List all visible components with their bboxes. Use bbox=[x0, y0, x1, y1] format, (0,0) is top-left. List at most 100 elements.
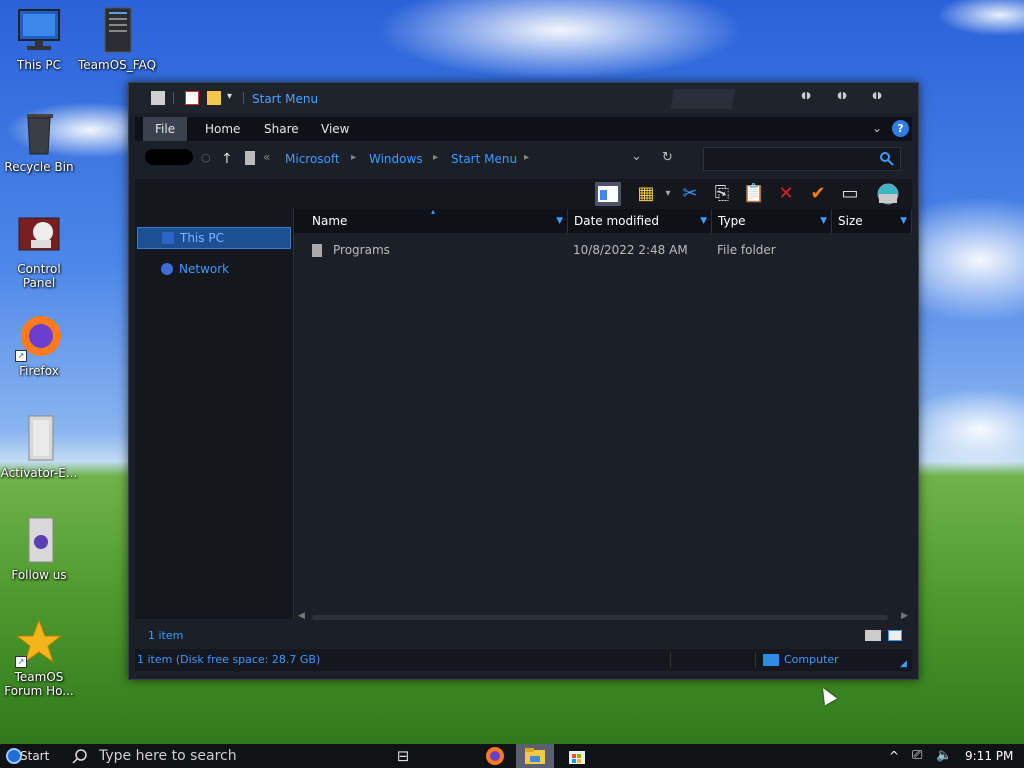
taskbar: Start Type here to search ⊟ ^ ⎚ 🔈 9:11 P… bbox=[0, 744, 1024, 768]
column-dropdown-icon[interactable]: ▼ bbox=[700, 209, 707, 233]
file-explorer-taskbar-icon[interactable] bbox=[516, 744, 554, 768]
desktop-icon-activator[interactable]: Activator-E... bbox=[0, 414, 78, 480]
show-hidden-icons-icon[interactable]: ^ bbox=[889, 744, 899, 768]
desktop-icon-follow-us[interactable]: Follow us bbox=[0, 516, 78, 582]
tab-view[interactable]: View bbox=[309, 117, 361, 141]
help-button[interactable]: ? bbox=[892, 120, 909, 137]
folder-icon bbox=[312, 244, 322, 257]
tab-share[interactable]: Share bbox=[252, 117, 311, 141]
command-bar: ▦ ▾ ✂ ⎘ 📋 ✕ ✔ ▭ bbox=[135, 179, 912, 209]
title-bar[interactable]: ▾ Start Menu ◖◗ ◖◗ ◖◗ bbox=[129, 83, 918, 113]
recycle-bin-icon bbox=[15, 108, 63, 156]
tab-file[interactable]: File bbox=[143, 117, 188, 141]
desktop-icon-firefox[interactable]: ↗ Firefox bbox=[0, 312, 78, 378]
recent-locations-icon[interactable]: ○ bbox=[201, 151, 211, 164]
up-arrow-icon[interactable]: ↑ bbox=[221, 151, 233, 167]
desktop-icon-label: This PC bbox=[17, 58, 61, 72]
new-folder-icon[interactable] bbox=[207, 91, 221, 105]
desktop-icon-control-panel[interactable]: Control Panel bbox=[0, 210, 78, 290]
search-input[interactable]: Type here to search bbox=[64, 744, 274, 768]
separator bbox=[243, 92, 244, 104]
large-icons-view-icon[interactable] bbox=[888, 630, 902, 641]
overflow-chevron-icon[interactable]: « bbox=[263, 150, 270, 164]
file-type: File folder bbox=[717, 243, 776, 257]
breadcrumb-windows[interactable]: Windows bbox=[369, 152, 423, 166]
column-dropdown-icon[interactable]: ▼ bbox=[556, 209, 563, 233]
desktop-icon-label: Recycle Bin bbox=[4, 160, 74, 174]
store-icon[interactable] bbox=[558, 744, 596, 768]
breadcrumb-separator-icon[interactable]: ▸ bbox=[351, 152, 356, 163]
shortcut-arrow-icon: ↗ bbox=[15, 350, 27, 362]
status-location: Computer bbox=[784, 653, 839, 666]
address-dropdown-icon[interactable]: ⌄ bbox=[631, 149, 642, 164]
delete-icon[interactable]: ✕ bbox=[773, 182, 799, 206]
nav-item-this-pc[interactable]: This PC bbox=[137, 227, 291, 249]
archive-icon bbox=[15, 516, 63, 564]
scroll-thumb[interactable] bbox=[312, 615, 888, 620]
breadcrumb-separator-icon[interactable]: ▸ bbox=[433, 152, 438, 163]
column-dropdown-icon[interactable]: ▼ bbox=[900, 209, 907, 233]
scroll-left-icon[interactable]: ◀ bbox=[298, 611, 305, 621]
resize-grip-icon[interactable]: ◢ bbox=[900, 653, 907, 675]
column-header-type[interactable]: Type ▼ bbox=[712, 209, 832, 233]
firefox-taskbar-icon[interactable] bbox=[476, 744, 514, 768]
paste-icon[interactable]: 📋 bbox=[741, 182, 767, 206]
separator bbox=[755, 652, 756, 668]
column-header-size[interactable]: Size ▼ bbox=[832, 209, 912, 233]
horizontal-scrollbar[interactable]: ◀ ▶ bbox=[294, 611, 912, 623]
network-icon[interactable]: ⎚ bbox=[912, 744, 922, 768]
properties-icon[interactable] bbox=[185, 91, 199, 105]
nav-item-label: This PC bbox=[180, 231, 224, 245]
desktop-icon-label: Firefox bbox=[19, 364, 59, 378]
network-icon bbox=[161, 263, 173, 275]
star-icon: ↗ bbox=[15, 618, 63, 668]
breadcrumb-separator-icon[interactable]: ▸ bbox=[524, 152, 529, 163]
qat-dropdown-icon[interactable]: ▾ bbox=[227, 91, 241, 105]
clock[interactable]: 9:11 PM bbox=[965, 744, 1013, 768]
status-bar: 1 item (Disk free space: 28.7 GB) Comput… bbox=[135, 649, 912, 671]
properties-icon[interactable]: ▭ bbox=[837, 182, 863, 206]
volume-icon[interactable]: 🔈 bbox=[936, 744, 952, 768]
nav-item-network[interactable]: Network bbox=[137, 259, 289, 279]
breadcrumb-start-menu[interactable]: Start Menu bbox=[451, 152, 517, 166]
copy-icon[interactable]: ⎘ bbox=[709, 182, 735, 206]
maximize-button[interactable]: ◖◗ bbox=[831, 89, 853, 103]
status-row: 1 item bbox=[135, 625, 912, 647]
search-icon bbox=[72, 749, 87, 764]
column-header-label: Size bbox=[838, 214, 863, 228]
start-button[interactable]: Start bbox=[4, 744, 56, 768]
refresh-icon[interactable]: ↻ bbox=[662, 150, 673, 165]
desktop-icon-this-pc[interactable]: This PC bbox=[0, 6, 78, 72]
details-view-icon[interactable] bbox=[865, 630, 881, 641]
close-button[interactable]: ◖◗ bbox=[866, 89, 888, 103]
column-header-label: Type bbox=[718, 214, 746, 228]
cut-icon[interactable]: ✂ bbox=[677, 182, 703, 206]
breadcrumb-microsoft[interactable]: Microsoft bbox=[285, 152, 340, 166]
titlebar-decoration bbox=[664, 89, 744, 109]
globe-icon[interactable] bbox=[875, 182, 901, 206]
folder-icon bbox=[245, 151, 255, 165]
column-header-label: Date modified bbox=[574, 214, 660, 228]
back-forward-button[interactable] bbox=[145, 149, 193, 165]
desktop-icon-recycle-bin[interactable]: Recycle Bin bbox=[0, 108, 78, 174]
document-icon bbox=[93, 6, 141, 54]
tab-home[interactable]: Home bbox=[193, 117, 252, 141]
preview-pane-icon[interactable] bbox=[595, 182, 621, 206]
column-header-date-modified[interactable]: Date modified ▼ bbox=[568, 209, 712, 233]
minimize-button[interactable]: ◖◗ bbox=[795, 89, 817, 103]
file-list: Name ▴ ▼ Date modified ▼ Type ▼ Size ▼ P… bbox=[294, 207, 912, 619]
desktop-icon-teamos-faq[interactable]: TeamOS_FAQ bbox=[78, 6, 156, 72]
desktop-icon-label: TeamOS_FAQ bbox=[78, 58, 157, 72]
separator bbox=[173, 92, 174, 104]
table-row[interactable]: Programs 10/8/2022 2:48 AM File folder bbox=[294, 239, 912, 261]
column-header-name[interactable]: Name ▴ ▼ bbox=[294, 207, 568, 233]
chevron-down-icon[interactable]: ⌄ bbox=[872, 121, 882, 135]
column-dropdown-icon[interactable]: ▼ bbox=[820, 209, 827, 233]
computer-icon bbox=[763, 654, 779, 666]
rename-check-icon[interactable]: ✔ bbox=[805, 182, 831, 206]
desktop-icon-teamos-forum[interactable]: ↗ TeamOS Forum Ho... bbox=[0, 618, 78, 698]
search-input[interactable] bbox=[703, 147, 901, 171]
scroll-right-icon[interactable]: ▶ bbox=[901, 611, 908, 621]
folder-icon[interactable] bbox=[151, 91, 165, 105]
task-view-icon[interactable]: ⊟ bbox=[384, 744, 422, 768]
